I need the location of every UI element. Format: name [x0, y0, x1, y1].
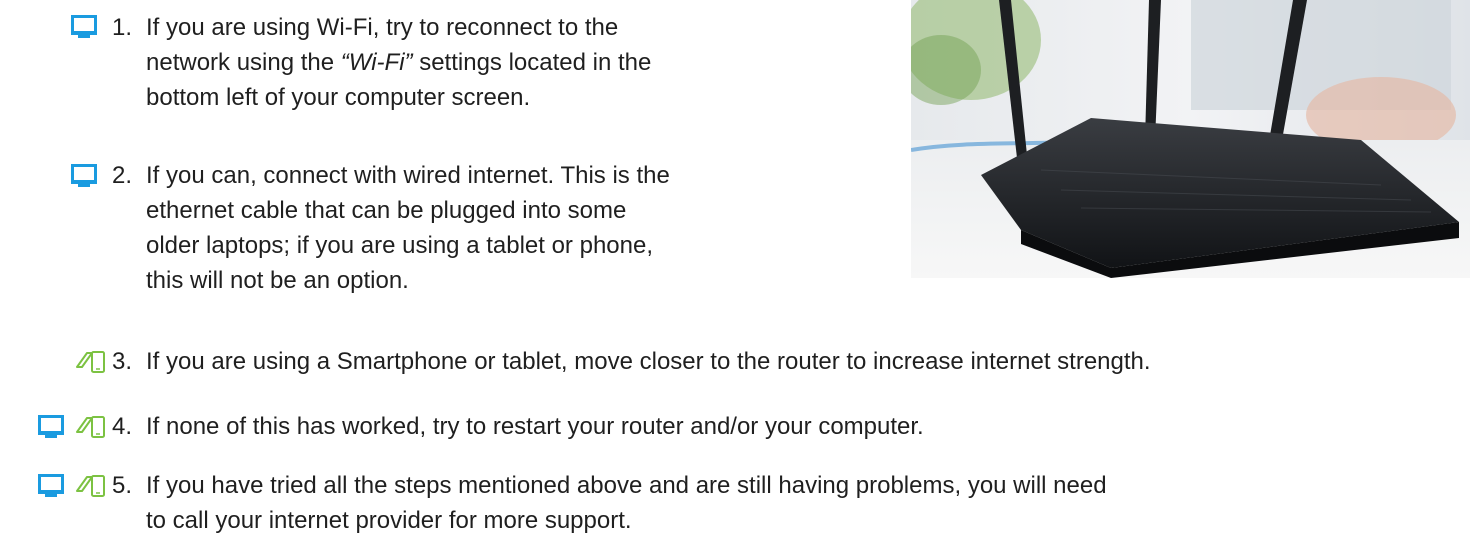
step-text: If you can, connect with wired internet.…: [146, 162, 670, 294]
step-text: If none of this has worked, try to resta…: [146, 413, 924, 440]
phone-tablet-icon: [76, 416, 105, 438]
phone-tablet-icon: [76, 351, 105, 373]
desktop-monitor-icon: [38, 415, 64, 438]
step-number: 3.: [112, 348, 133, 375]
router-photo: [911, 0, 1470, 278]
step-number: 1.: [112, 14, 133, 41]
desktop-monitor-icon: [71, 15, 97, 38]
desktop-monitor-icon: [38, 474, 64, 497]
phone-tablet-icon: [76, 475, 105, 497]
step-text: If you have tried all the steps mentione…: [146, 472, 1107, 534]
step-number: 5.: [112, 472, 133, 499]
desktop-monitor-icon: [71, 164, 97, 187]
step-text: If you are using a Smartphone or tablet,…: [146, 348, 1151, 375]
wifi-setting-name: “Wi-Fi”: [340, 49, 413, 76]
step-number: 2.: [112, 162, 133, 189]
step-text: If you are using Wi-Fi, try to reconnect…: [146, 14, 652, 111]
step-number: 4.: [112, 413, 133, 440]
